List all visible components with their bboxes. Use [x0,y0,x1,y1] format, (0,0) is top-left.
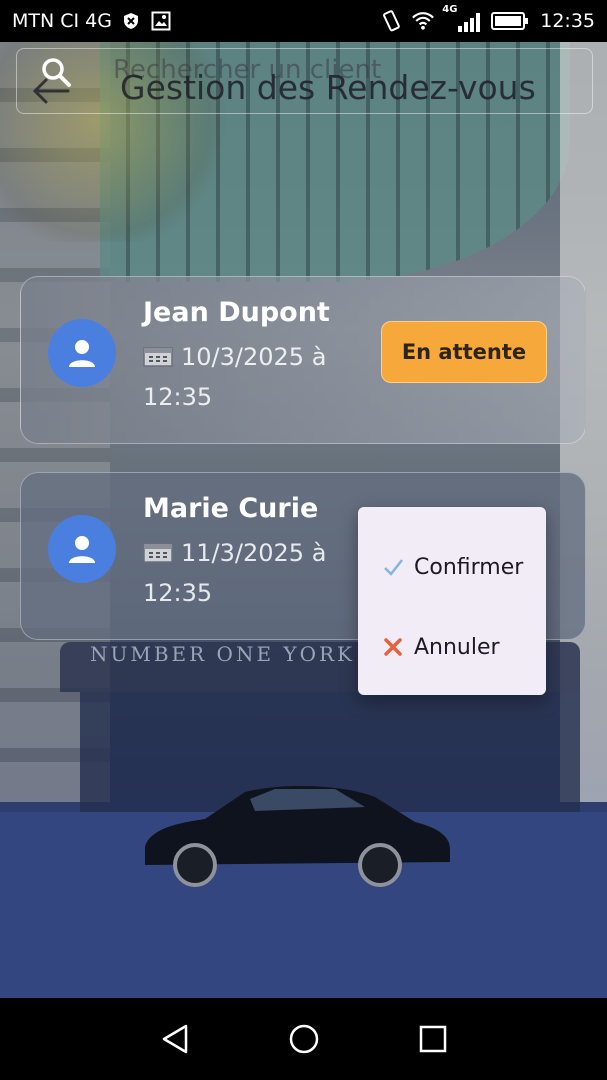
status-popup-menu: Confirmer Annuler [358,507,546,695]
system-nav-bar [0,998,607,1080]
calendar-icon [143,339,173,367]
vibrate-icon [380,10,402,32]
appointment-datetime: 10/3/2025 à 12:35 [143,337,373,417]
back-nav-icon[interactable] [155,1019,195,1059]
page-title: Gestion des Rendez-vous [120,68,536,107]
recents-nav-icon[interactable] [413,1019,453,1059]
client-name: Jean Dupont [143,297,330,328]
car-image [145,785,450,887]
menu-item-label: Annuler [414,634,500,660]
shield-notification-icon [120,10,142,32]
carrier-label: MTN CI 4G [12,10,112,32]
signal-strength-icon: 4G [442,4,481,32]
app-header: Rechercher un client Gestion des Rendez-… [0,42,607,132]
back-arrow-icon[interactable] [30,76,70,106]
home-nav-icon[interactable] [284,1019,324,1059]
appointment-date: 11/3/2025 à [181,539,327,567]
appointment-time: 12:35 [143,579,213,607]
person-icon [69,536,95,563]
appointment-datetime: 11/3/2025 à 12:35 [143,533,373,613]
menu-item-label: Confirmer [414,554,524,580]
appointment-card[interactable]: Jean Dupont 10/3/2025 à 12:35 En attente [20,276,586,444]
status-badge[interactable]: En attente [381,321,547,383]
avatar [48,515,116,583]
status-bar: MTN CI 4G 4G 12:35 [0,0,607,42]
appointment-date: 10/3/2025 à [181,343,327,371]
client-name: Marie Curie [143,493,319,524]
menu-item-cancel[interactable]: Annuler [358,607,546,687]
close-icon [380,634,406,660]
menu-item-confirm[interactable]: Confirmer [358,527,546,607]
battery-icon [490,10,530,32]
network-type-label: 4G [442,4,458,15]
clock: 12:35 [540,10,595,32]
wifi-icon [412,10,435,32]
calendar-icon [143,535,173,563]
person-icon [69,340,95,367]
appointment-time: 12:35 [143,383,213,411]
image-notification-icon [150,10,172,32]
check-icon [380,554,406,580]
avatar [48,319,116,387]
